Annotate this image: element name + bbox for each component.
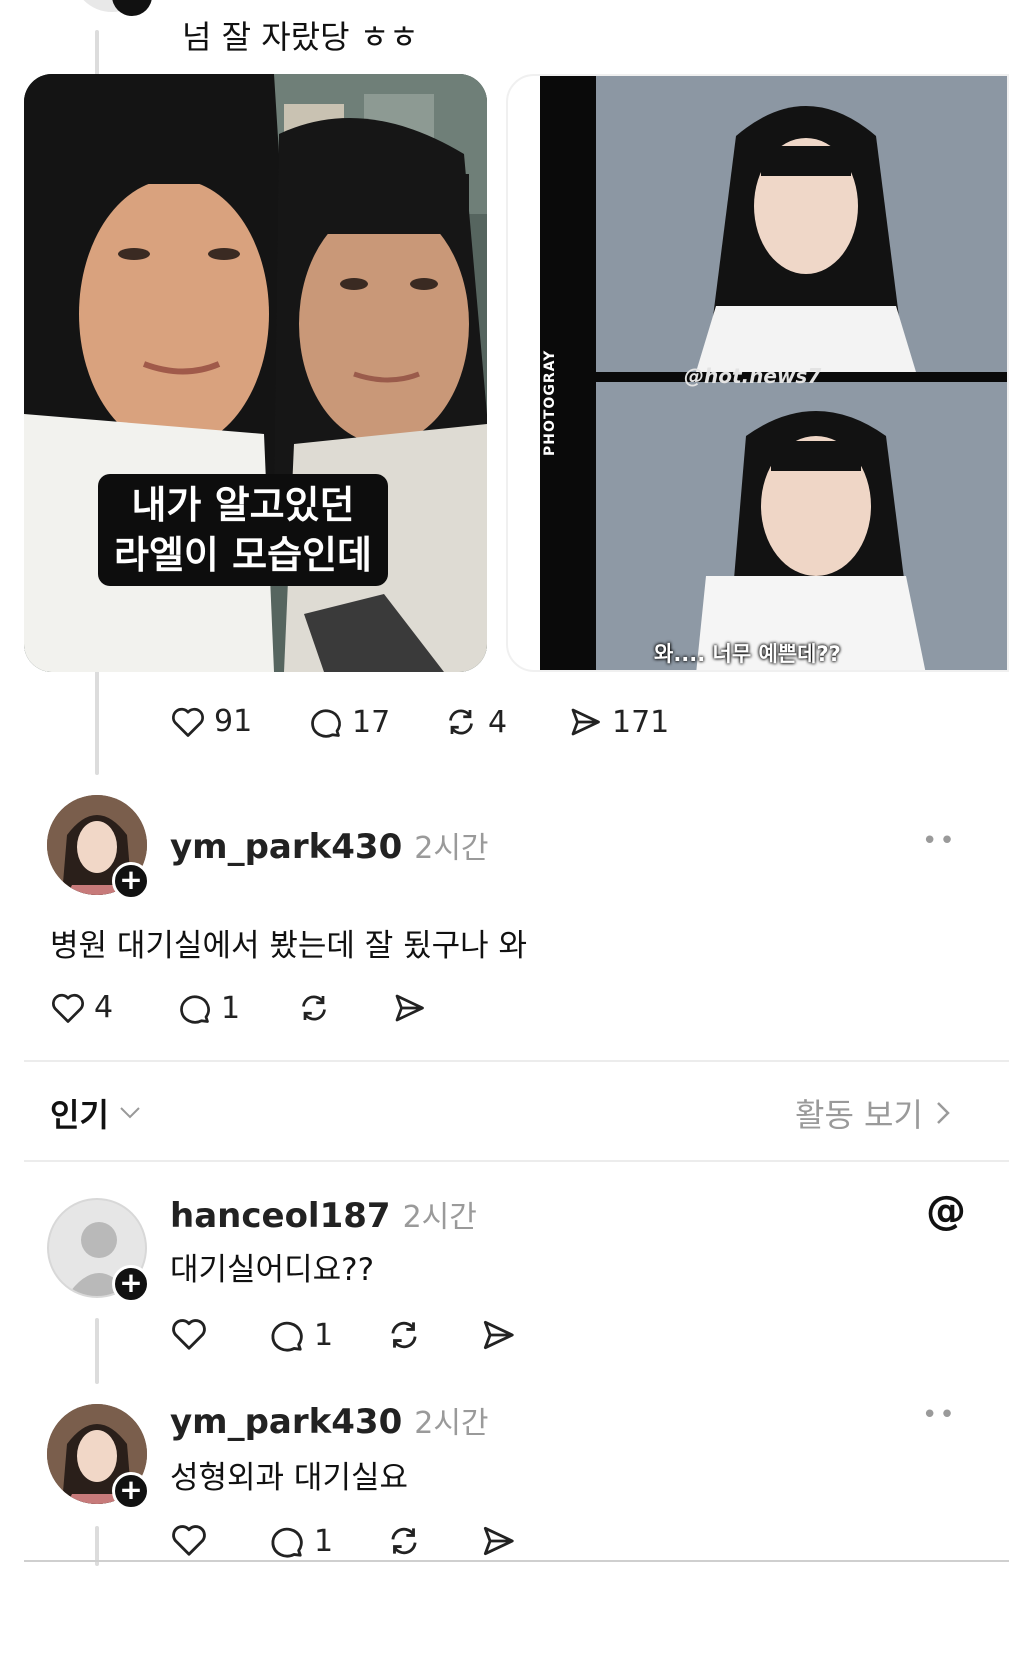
share-action[interactable]: 171 xyxy=(566,704,669,740)
comment-count: 17 xyxy=(352,704,391,740)
heart-icon xyxy=(172,707,204,737)
reply1-text: 병원 대기실에서 봤는데 잘 됬구나 와 xyxy=(50,928,528,964)
repost-action[interactable]: 4 xyxy=(442,704,507,740)
sort-dropdown[interactable]: 인기 xyxy=(50,1090,141,1136)
repost-icon xyxy=(391,1527,417,1555)
send-icon xyxy=(483,1320,514,1350)
username[interactable]: ym_park430 xyxy=(170,1402,402,1442)
send-icon xyxy=(395,994,424,1022)
timestamp: 2시간 xyxy=(402,1200,477,1235)
threads-logo-icon[interactable]: @ xyxy=(926,1188,966,1234)
reply2-header: hanceol187 2시간 xyxy=(170,1192,477,1236)
follow-plus-icon[interactable]: + xyxy=(112,1472,150,1510)
reply2-share-action[interactable] xyxy=(478,1316,518,1354)
overlay-line-2: 라엘이 모습인데 xyxy=(114,533,372,577)
like-action[interactable]: 91 xyxy=(170,704,252,739)
share-count: 171 xyxy=(612,704,670,740)
send-icon xyxy=(483,1526,514,1556)
photo-strip-label: PHOTOGRAY xyxy=(542,349,558,456)
thread-line xyxy=(95,1318,99,1384)
post-caption: 넘 잘 자랐당 ㅎㅎ xyxy=(182,18,419,56)
reply2-text: 대기실어디요?? xyxy=(170,1252,375,1288)
top-avatar-plus[interactable] xyxy=(112,0,152,16)
send-icon xyxy=(571,708,600,736)
reply1-like-action[interactable]: 4 xyxy=(50,990,113,1025)
reply1-share-action[interactable] xyxy=(390,990,428,1026)
heart-icon xyxy=(172,1319,206,1350)
photo-watermark: @hot.news7 xyxy=(684,364,822,388)
reply2-comment-action[interactable]: 1 xyxy=(266,1316,333,1354)
username[interactable]: ym_park430 xyxy=(170,827,402,867)
repost-icon xyxy=(302,995,326,1021)
comment-icon xyxy=(271,1321,303,1352)
timestamp: 2시간 xyxy=(414,1406,489,1441)
repost-icon xyxy=(391,1321,417,1349)
post-image-1[interactable]: 내가 알고있던 라엘이 모습인데 xyxy=(24,74,487,672)
reply2-like-action[interactable] xyxy=(170,1316,208,1352)
divider xyxy=(24,1060,1009,1062)
reply3-text: 성형외과 대기실요 xyxy=(170,1460,409,1496)
divider xyxy=(24,1160,1009,1162)
comment-icon xyxy=(311,709,341,738)
reply2-repost-action[interactable] xyxy=(384,1316,424,1354)
view-activity-label: 활동 보기 xyxy=(795,1096,923,1134)
sort-label: 인기 xyxy=(50,1096,109,1134)
reply3-share-action[interactable] xyxy=(478,1522,518,1560)
comment-count: 1 xyxy=(221,990,241,1026)
overlay-line-1: 내가 알고있던 xyxy=(131,483,355,527)
post-image-2[interactable]: PHOTOGRAY @hot.news7 와.... 너무 예쁜데?? xyxy=(506,74,1009,672)
comment-count: 1 xyxy=(314,1523,334,1559)
image1-overlay-caption: 내가 알고있던 라엘이 모습인데 xyxy=(98,474,388,586)
heart-icon xyxy=(52,993,84,1023)
like-count: 91 xyxy=(214,704,253,739)
follow-plus-icon[interactable]: + xyxy=(112,862,150,900)
chevron-right-icon xyxy=(937,1102,950,1124)
timestamp: 2시간 xyxy=(414,831,489,866)
repost-count: 4 xyxy=(488,704,508,740)
comment-icon xyxy=(180,995,210,1024)
reply1-header: ym_park430 2시간 xyxy=(170,823,489,867)
repost-icon xyxy=(449,709,473,735)
reply1-repost-action[interactable] xyxy=(295,990,333,1026)
comment-action[interactable]: 17 xyxy=(306,704,390,740)
reply3-repost-action[interactable] xyxy=(384,1522,424,1560)
reply3-header: ym_park430 2시간 xyxy=(170,1398,489,1442)
more-options-icon[interactable]: •• xyxy=(922,1400,957,1430)
reply1-comment-action[interactable]: 1 xyxy=(175,990,240,1026)
comment-count: 1 xyxy=(314,1317,334,1353)
comment-icon xyxy=(271,1527,303,1558)
like-count: 4 xyxy=(94,990,114,1025)
photo-caption: 와.... 너무 예쁜데?? xyxy=(654,642,841,666)
bottom-divider xyxy=(24,1560,1009,1562)
heart-icon xyxy=(172,1525,206,1556)
reply3-like-action[interactable] xyxy=(170,1522,208,1558)
chevron-down-icon xyxy=(120,1107,140,1119)
reply3-comment-action[interactable]: 1 xyxy=(266,1522,333,1560)
follow-plus-icon[interactable]: + xyxy=(112,1265,150,1303)
username[interactable]: hanceol187 xyxy=(170,1196,391,1236)
view-activity-link[interactable]: 활동 보기 xyxy=(795,1090,951,1136)
more-options-icon[interactable]: •• xyxy=(922,826,957,856)
